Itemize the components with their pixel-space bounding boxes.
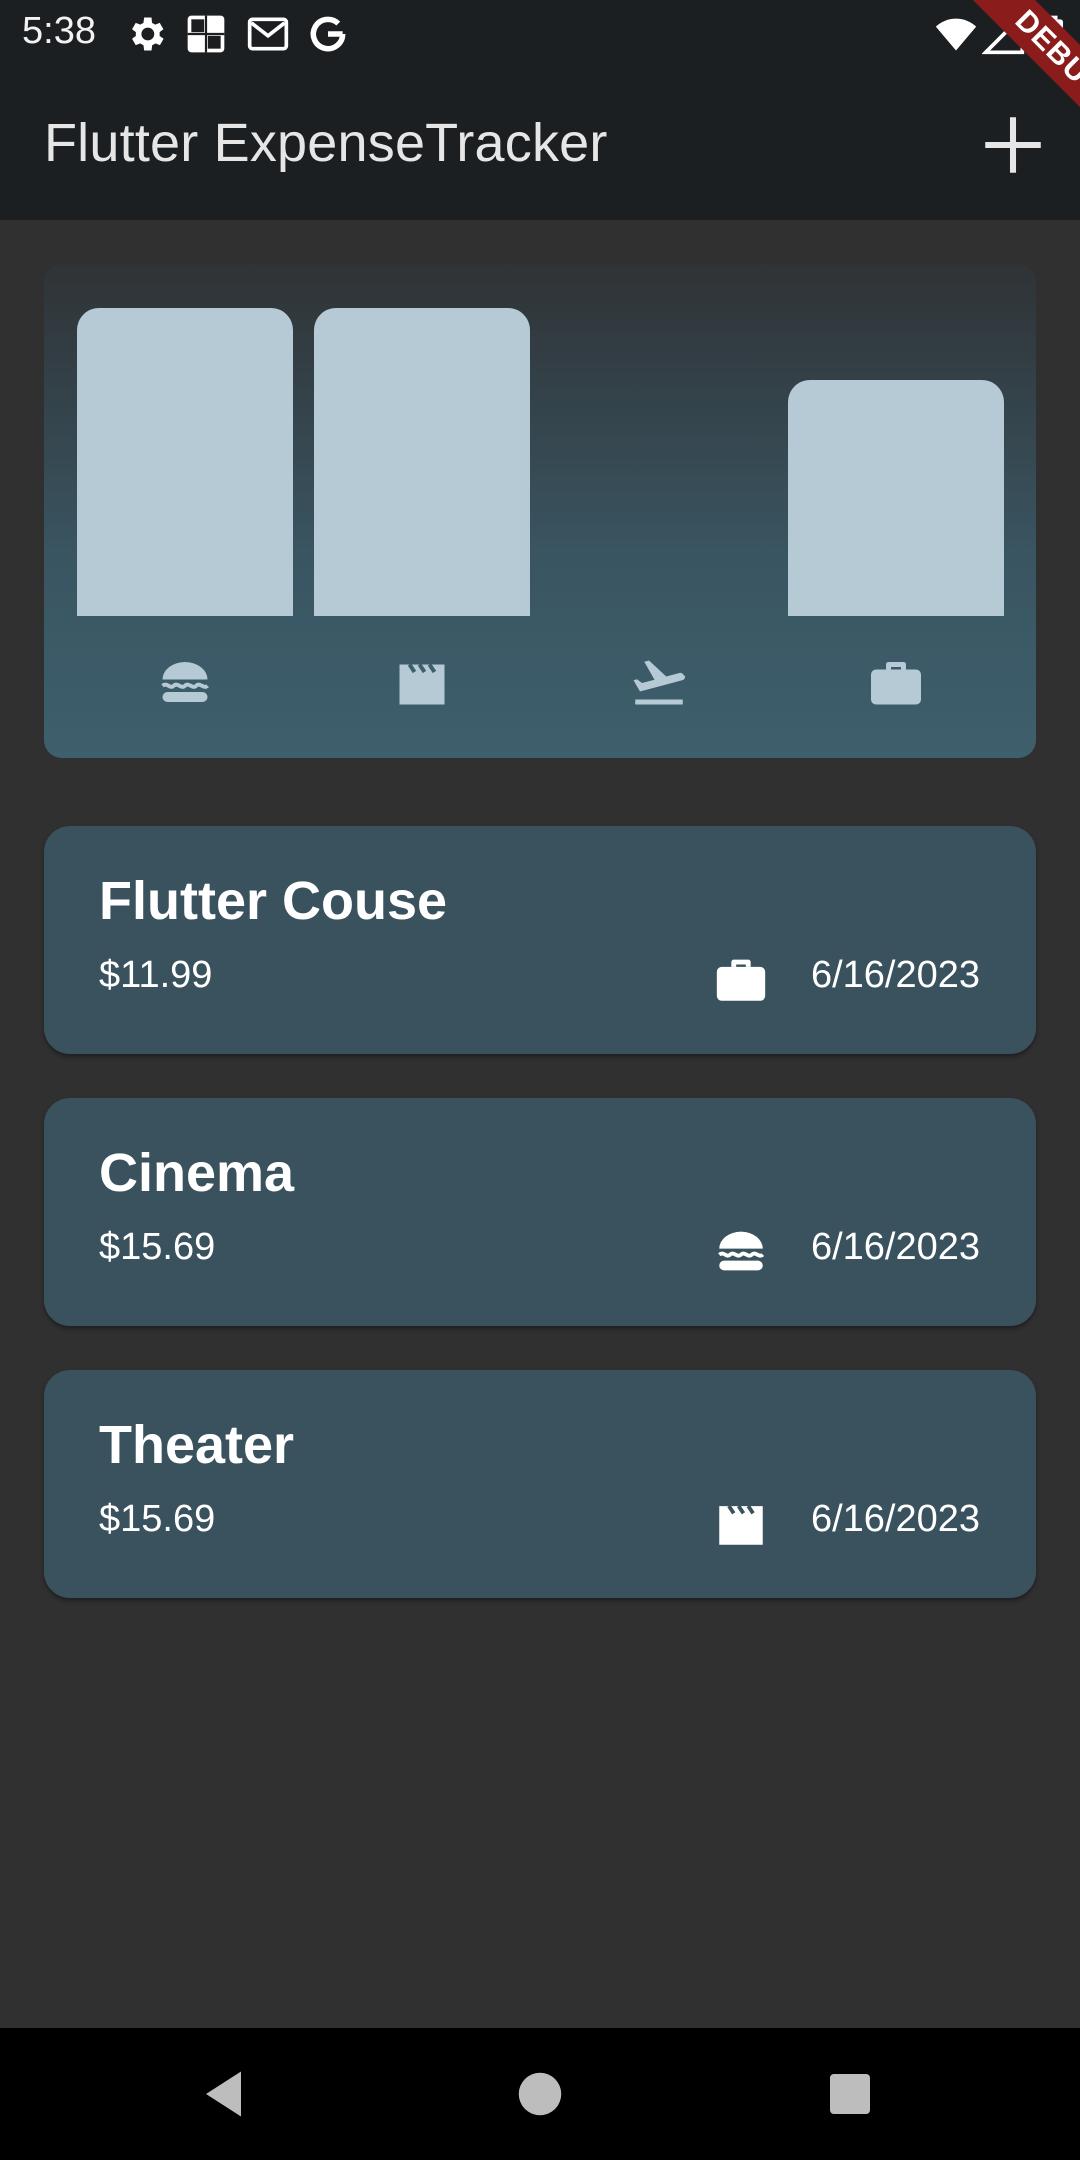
expense-chart <box>44 264 1036 758</box>
add-expense-button[interactable] <box>980 112 1046 178</box>
expense-item[interactable]: Theater $15.69 6/16/2023 <box>44 1370 1036 1598</box>
chart-bar-leisure <box>314 308 530 616</box>
system-nav-bar <box>0 2028 1080 2160</box>
expense-date: 6/16/2023 <box>810 1226 980 1268</box>
expense-item[interactable]: Flutter Couse $11.99 6/16/2023 <box>44 826 1036 1054</box>
home-button[interactable] <box>510 2064 570 2124</box>
gear-icon <box>132 17 164 51</box>
wifi-icon <box>935 18 977 51</box>
chart-bar-work <box>788 380 1004 616</box>
expense-date: 6/16/2023 <box>810 954 980 996</box>
battery-icon <box>1041 15 1063 53</box>
app-screen: 5:38 Flutter ExpenseTracker DEBUG Flutte… <box>0 0 1080 2160</box>
movie-clapper-icon <box>719 1505 763 1545</box>
google-icon <box>310 16 346 52</box>
expense-title: Cinema <box>99 1143 295 1203</box>
recents-button[interactable] <box>820 2064 880 2124</box>
status-time: 5:38 <box>22 10 96 52</box>
app-title: Flutter ExpenseTracker <box>44 113 608 173</box>
cell-signal-icon <box>982 12 1025 55</box>
back-button[interactable] <box>196 2064 256 2124</box>
expense-title: Flutter Couse <box>99 871 448 931</box>
crossword-icon <box>187 15 225 53</box>
expense-amount: $11.99 <box>99 954 213 996</box>
expense-amount: $15.69 <box>99 1226 216 1268</box>
burger-icon <box>718 1231 765 1271</box>
gmail-icon <box>247 17 289 51</box>
expense-amount: $15.69 <box>99 1498 216 1540</box>
burger-icon <box>161 662 209 702</box>
expense-date: 6/16/2023 <box>810 1498 980 1540</box>
briefcase-icon <box>716 959 766 1001</box>
chart-bar-food <box>77 308 293 616</box>
briefcase-icon <box>871 662 921 705</box>
flight-takeoff-icon <box>633 660 686 705</box>
movie-clapper-icon <box>399 663 445 705</box>
status-bar: 5:38 <box>0 0 1080 68</box>
app-bar: Flutter ExpenseTracker <box>0 68 1080 220</box>
expense-item[interactable]: Cinema $15.69 6/16/2023 <box>44 1098 1036 1326</box>
expense-title: Theater <box>99 1415 295 1475</box>
